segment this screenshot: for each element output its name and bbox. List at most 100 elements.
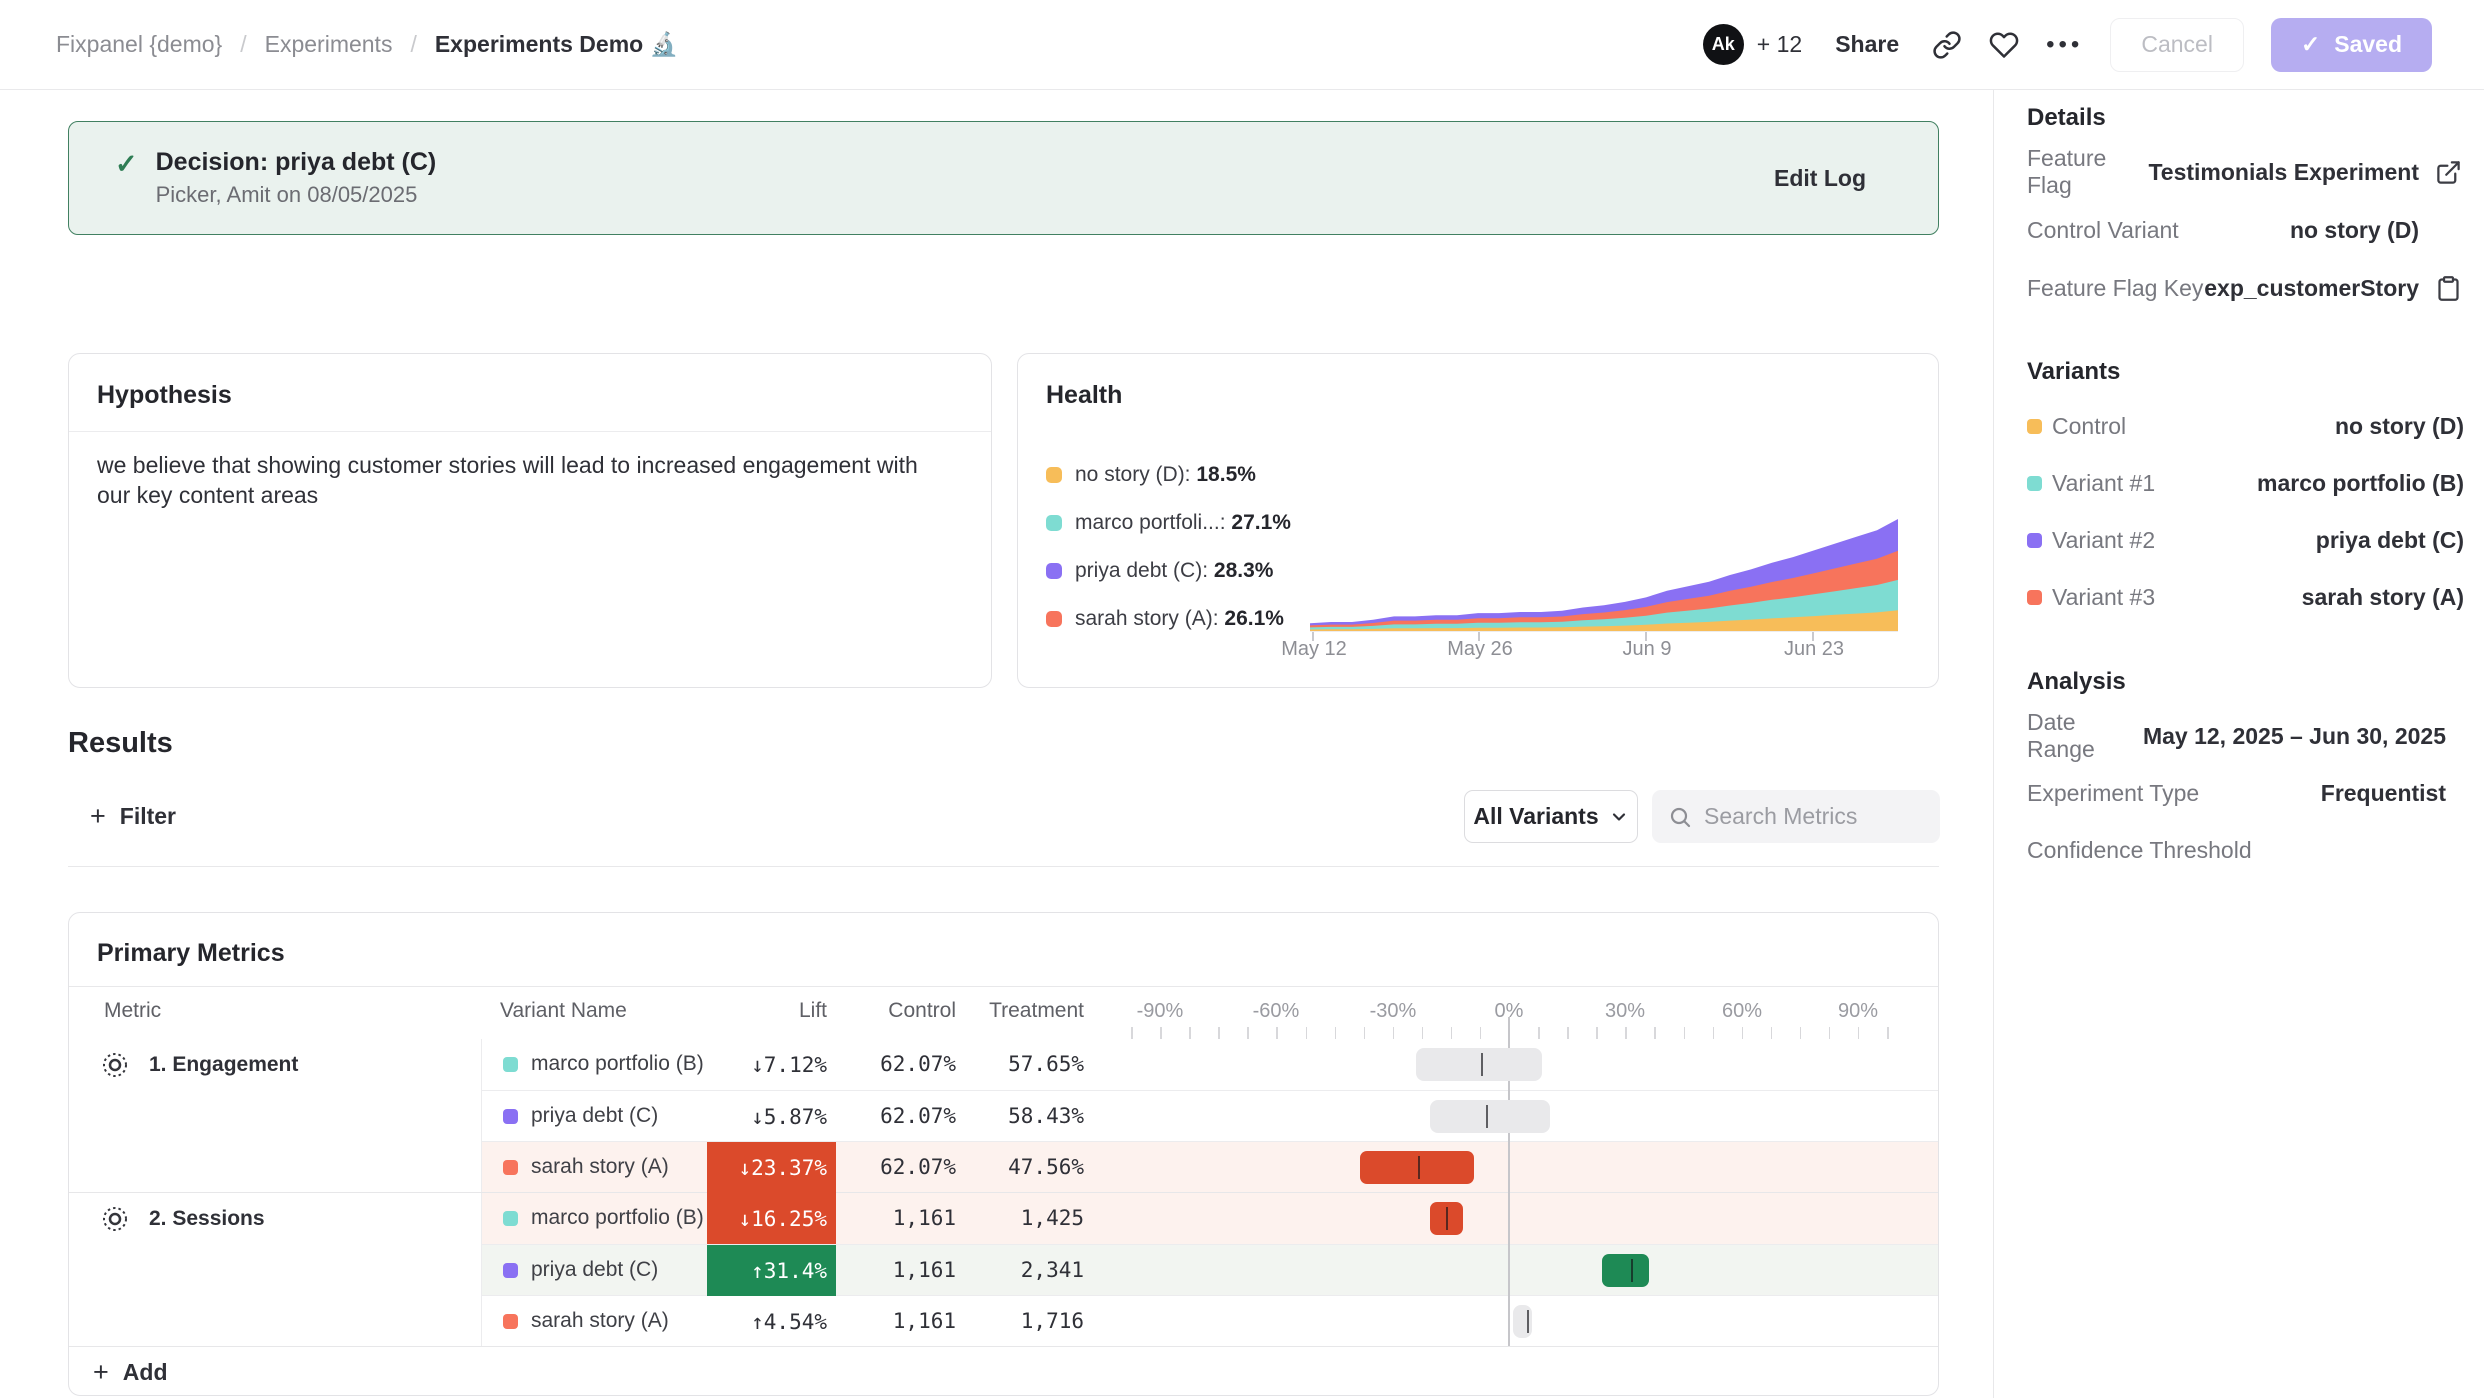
avatar[interactable]: Ak [1703, 24, 1744, 65]
variant-name: sarah story (A) [531, 1309, 669, 1333]
top-header: Fixpanel {demo} / Experiments / Experime… [0, 0, 2484, 90]
favorite-heart-icon[interactable] [1989, 30, 2019, 60]
external-link-icon[interactable] [2435, 159, 2462, 186]
lift-value-cell: ↓7.12% [707, 1039, 836, 1090]
legend-item[interactable]: marco portfoli...: 27.1% [1046, 499, 1291, 547]
more-options-button[interactable]: ••• [2046, 31, 2083, 59]
legend-swatch [1046, 467, 1062, 483]
metric-cell[interactable]: 1. Engagement [69, 1039, 482, 1192]
hypothesis-body[interactable]: we believe that showing customer stories… [97, 450, 937, 510]
breadcrumb-separator: / [240, 31, 246, 58]
ruler-tick [1742, 1027, 1744, 1039]
results-heading: Results [68, 727, 173, 760]
hypothesis-title: Hypothesis [97, 381, 232, 410]
legend-item[interactable]: sarah story (A): 26.1% [1046, 595, 1284, 643]
detail-row-feature-flag-key: Feature Flag Key exp_customerStory [2027, 261, 2462, 315]
metric-name: 1. Engagement [149, 1050, 298, 1080]
treatment-value: 1,425 [970, 1206, 1084, 1230]
hypothesis-card: Hypothesis we believe that showing custo… [68, 353, 992, 688]
legend-value: 26.1% [1224, 607, 1284, 630]
saved-button[interactable]: ✓ Saved [2271, 18, 2432, 72]
confidence-interval-bar[interactable] [1602, 1254, 1649, 1287]
all-variants-label: All Variants [1473, 803, 1598, 830]
lift-value-cell: ↓5.87% [707, 1091, 836, 1142]
search-metrics-input[interactable] [1704, 803, 1914, 830]
link-icon[interactable] [1932, 30, 1962, 60]
primary-metrics-card: Primary Metrics Metric Variant Name Lift… [68, 912, 1939, 1396]
variant-result-row[interactable]: marco portfolio (B)↓16.25%1,1611,425 [482, 1193, 1939, 1244]
legend-item[interactable]: priya debt (C): 28.3% [1046, 547, 1273, 595]
variant-swatch [503, 1314, 518, 1329]
lift-value: ↑31.4% [751, 1259, 827, 1283]
collaborators-count[interactable]: + 12 [1757, 31, 1802, 58]
ruler-tick [1567, 1027, 1569, 1039]
health-card: Health no story (D): 18.5% marco portfol… [1017, 353, 1939, 688]
divider [69, 986, 1938, 987]
metric-group-rows: marco portfolio (B)↓7.12%62.07%57.65%pri… [482, 1039, 1939, 1192]
lift-value: ↓16.25% [738, 1207, 827, 1231]
search-metrics-box [1652, 790, 1940, 843]
legend-item[interactable]: no story (D): 18.5% [1046, 451, 1256, 499]
ruler-tick [1771, 1027, 1773, 1039]
lift-value: ↓7.12% [751, 1053, 827, 1077]
all-variants-dropdown[interactable]: All Variants [1464, 790, 1638, 843]
variant-result-row[interactable]: sarah story (A) ↓23.37%62.07% 47.56% [482, 1141, 1939, 1192]
variant-result-row[interactable]: marco portfolio (B)↓7.12%62.07%57.65% [482, 1039, 1939, 1090]
lift-point-tick [1481, 1053, 1483, 1076]
confidence-interval-bar[interactable] [1416, 1048, 1542, 1081]
lift-value-cell: ↑31.4% [707, 1245, 836, 1296]
variant-label: Control [2052, 413, 2126, 440]
edit-log-button[interactable]: Edit Log [1774, 165, 1866, 192]
variant-label: Variant #2 [2052, 527, 2155, 554]
health-title: Health [1046, 381, 1122, 410]
lift-point-tick [1418, 1156, 1420, 1179]
copy-clipboard-icon[interactable] [2435, 275, 2462, 302]
analysis-value: Frequentist [2321, 780, 2446, 807]
breadcrumb-project[interactable]: Fixpanel {demo} [56, 31, 222, 58]
treatment-value: 47.56% [970, 1155, 1084, 1179]
add-filter-button[interactable]: + Filter [90, 790, 176, 843]
detail-label: Feature Flag Key [2027, 275, 2203, 302]
ruler-tick [1335, 1027, 1337, 1039]
ruler-tick [1800, 1027, 1802, 1039]
legend-value: 28.3% [1214, 559, 1274, 582]
variant-result-row[interactable]: priya debt (C)↑31.4%1,1612,341 [482, 1244, 1939, 1295]
breadcrumb-current-page: Experiments Demo 🔬 [435, 31, 678, 58]
breadcrumb-experiments[interactable]: Experiments [265, 31, 393, 58]
metric-cell[interactable]: 2. Sessions [69, 1193, 482, 1346]
variant-row-3: Variant #3 sarah story (A) [2027, 570, 2464, 624]
lift-value-cell: ↓23.37% [707, 1142, 836, 1193]
cancel-button[interactable]: Cancel [2110, 18, 2244, 72]
confidence-interval-bar[interactable] [1430, 1100, 1550, 1133]
treatment-value: 58.43% [970, 1104, 1084, 1128]
axis-label: -60% [1253, 1000, 1300, 1023]
detail-value[interactable]: Testimonials Experiment [2148, 159, 2419, 186]
ruler-tick [1276, 1027, 1278, 1039]
analysis-row-experiment-type: Experiment Type Frequentist [2027, 766, 2446, 820]
check-icon: ✓ [2301, 31, 2320, 58]
treatment-value: 2,341 [970, 1258, 1084, 1282]
metric-goal-icon [100, 1204, 130, 1239]
confidence-interval-bar[interactable] [1513, 1305, 1532, 1338]
ruler-tick [1480, 1027, 1482, 1039]
share-button[interactable]: Share [1835, 31, 1899, 58]
confidence-interval-bar[interactable] [1360, 1151, 1474, 1184]
control-value: 62.07% [842, 1104, 956, 1128]
axis-label: 90% [1838, 1000, 1878, 1023]
add-metric-button[interactable]: + Add [69, 1346, 1939, 1396]
detail-row-feature-flag: Feature Flag Testimonials Experiment [2027, 145, 2462, 199]
analysis-row-confidence-threshold: Confidence Threshold [2027, 823, 2446, 877]
legend-swatch [1046, 515, 1062, 531]
ruler-tick [1654, 1027, 1656, 1039]
variant-result-row[interactable]: priya debt (C)↓5.87%62.07%58.43% [482, 1090, 1939, 1141]
ruler-tick [1538, 1027, 1540, 1039]
variant-label: Variant #3 [2052, 584, 2155, 611]
control-value: 62.07% [842, 1155, 956, 1179]
control-value: 1,161 [842, 1206, 956, 1230]
variant-result-row[interactable]: sarah story (A)↑4.54%1,1611,716 [482, 1295, 1939, 1346]
analysis-value: May 12, 2025 – Jun 30, 2025 [2143, 723, 2446, 750]
decision-title: Decision: priya debt (C) [156, 145, 437, 179]
legend-value: 27.1% [1231, 511, 1291, 534]
variant-row-1: Variant #1 marco portfolio (B) [2027, 456, 2464, 510]
variant-name: sarah story (A) [531, 1155, 669, 1179]
